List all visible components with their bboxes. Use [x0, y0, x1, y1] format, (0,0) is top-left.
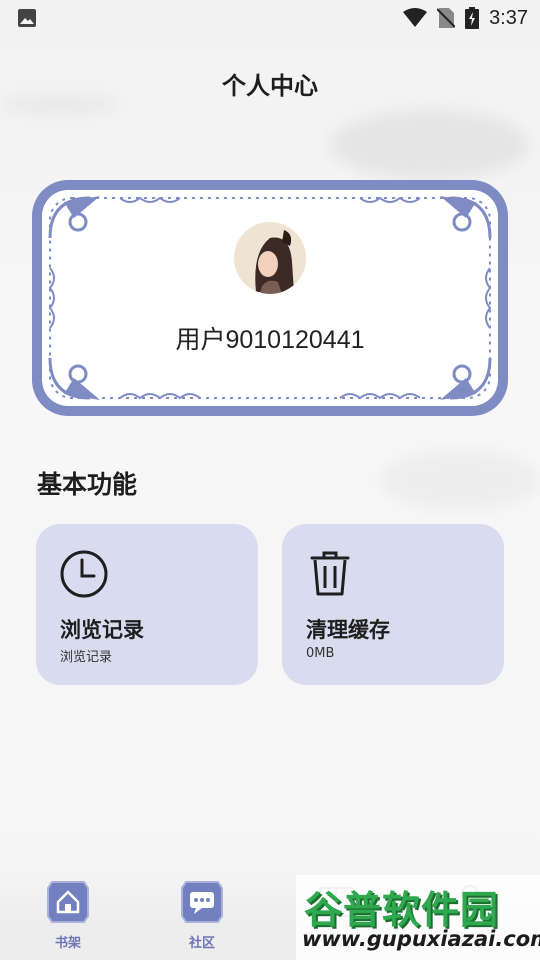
watermark: 谷普软件园 www.gupuxiazai.com	[296, 875, 540, 960]
nav-label-bookshelf: 书架	[54, 936, 81, 951]
history-title: 浏览记录	[60, 618, 144, 642]
nav-item-bookshelf[interactable]: 书架	[38, 876, 98, 956]
status-bar: 3:37	[0, 0, 540, 36]
clock-time: 3:37	[489, 6, 528, 29]
wifi-icon	[403, 8, 428, 27]
avatar[interactable]	[234, 222, 306, 294]
history-subtitle: 浏览记录	[60, 650, 113, 665]
history-card[interactable]: 浏览记录 浏览记录	[36, 524, 258, 685]
username: 用户9010120441	[175, 326, 365, 354]
avatar-portrait-icon	[234, 222, 306, 294]
nav-label-community: 社区	[188, 936, 215, 951]
clear-cache-title: 清理缓存	[306, 618, 390, 642]
profile-card[interactable]: 用户9010120441	[30, 178, 510, 418]
section-title: 基本功能	[37, 470, 138, 499]
chat-icon	[181, 881, 223, 923]
cache-size: 0MB	[306, 646, 335, 661]
watermark-url: www.gupuxiazai.com	[302, 927, 540, 951]
background-ink-wash	[380, 450, 540, 510]
watermark-logo: 谷普软件园	[304, 888, 500, 932]
gallery-notification-icon	[18, 9, 36, 27]
clear-cache-card[interactable]: 清理缓存 0MB	[282, 524, 504, 685]
decorative-frame	[32, 180, 508, 416]
page-title: 个人中心	[222, 72, 318, 100]
home-icon	[47, 881, 89, 923]
battery-charging-icon	[465, 7, 480, 29]
trash-icon	[310, 551, 350, 596]
nav-item-community[interactable]: 社区	[172, 876, 232, 956]
no-sim-icon	[437, 8, 456, 28]
background-ink-wash	[330, 110, 530, 180]
clock-icon	[60, 550, 108, 598]
